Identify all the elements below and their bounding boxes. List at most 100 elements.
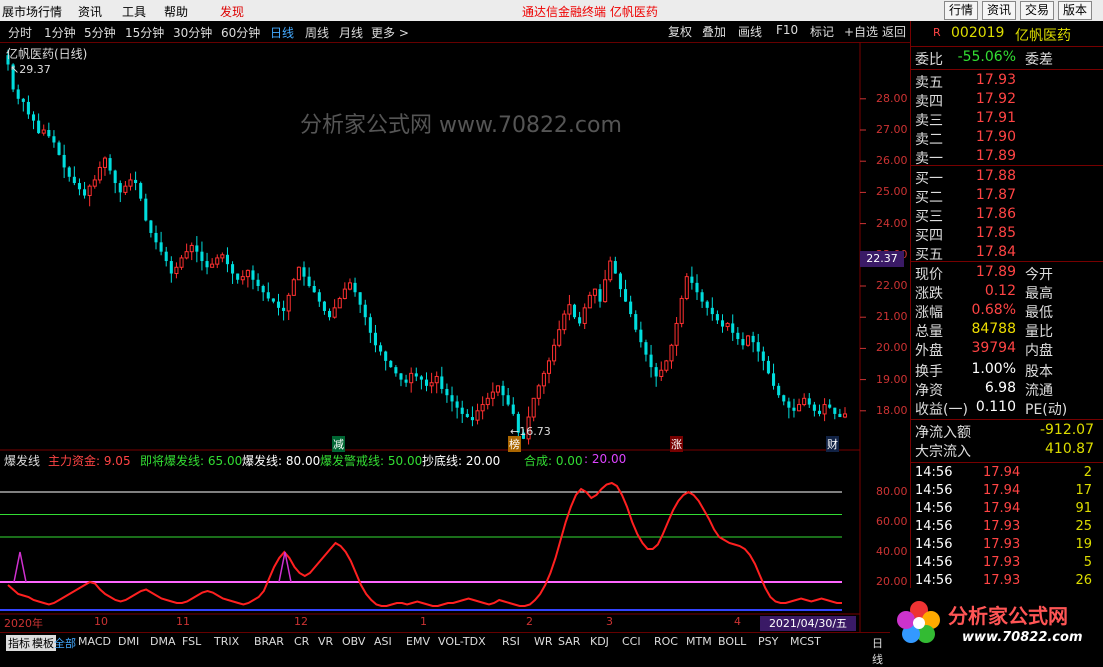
tool-restore[interactable]: 复权 xyxy=(668,23,692,40)
indicator-pane xyxy=(0,481,842,611)
indicator-tab[interactable]: WR xyxy=(534,635,553,648)
menu-news[interactable]: 资讯 xyxy=(78,3,102,20)
candle xyxy=(57,142,61,155)
candle xyxy=(379,345,383,352)
burst-line: 爆发线: 80.00 xyxy=(242,454,321,468)
indicator-tab[interactable]: RSI xyxy=(502,635,520,648)
watermark: 分析家公式网 www.70822.com xyxy=(300,113,622,138)
buy-level-3[interactable]: 买三 17.86 xyxy=(911,206,1103,225)
period-month[interactable]: 月线 xyxy=(339,24,363,41)
candle xyxy=(16,89,20,99)
candle xyxy=(562,313,567,331)
period-60m[interactable]: 60分钟 xyxy=(221,24,260,41)
stock-code: 002019 xyxy=(951,25,1005,41)
menu-help[interactable]: 帮助 xyxy=(164,3,188,20)
indicator-tab[interactable]: FSL xyxy=(182,635,201,648)
indicator-tab[interactable]: DMA xyxy=(150,635,176,648)
buy-level-4[interactable]: 买四 17.85 xyxy=(911,225,1103,244)
indicator-tab[interactable]: PSY xyxy=(758,635,778,648)
indicator-tabs: 指标 模板 全部 MACD DMI DMA FSL TRIX BRAR CR VR OBV ASI EMV… xyxy=(0,632,890,666)
price-axis-label: 27.00 xyxy=(876,123,908,136)
candle xyxy=(210,263,215,268)
indicator-tab[interactable]: SAR xyxy=(558,635,580,648)
tool-overlay[interactable]: 叠加 xyxy=(702,23,726,40)
buy-level-1[interactable]: 买一 17.88 xyxy=(911,168,1103,187)
period-week[interactable]: 周线 xyxy=(305,24,329,41)
candle xyxy=(317,292,321,302)
indicator-tab[interactable]: BOLL xyxy=(718,635,746,648)
tool-f10[interactable]: F10 xyxy=(776,23,798,37)
kline-chart[interactable]: 分析家公式网 www.70822.com xyxy=(0,42,910,632)
price-axis-label: 20.00 xyxy=(876,341,908,355)
indicator-tab[interactable]: MACD xyxy=(78,635,111,648)
indicator-tab[interactable]: CCI xyxy=(622,635,641,648)
indicator-tab[interactable]: 全部 xyxy=(54,635,76,651)
indicator-tab[interactable]: VR xyxy=(318,635,333,648)
period-5m[interactable]: 5分钟 xyxy=(84,24,116,41)
marker-finance[interactable]: 财 xyxy=(826,436,839,452)
period-30m[interactable]: 30分钟 xyxy=(173,24,212,41)
indicator-tab[interactable]: ASI xyxy=(374,635,392,648)
period-tick[interactable]: 分时 xyxy=(8,24,32,41)
menu-market[interactable]: 展市场行情 xyxy=(2,3,62,20)
candle xyxy=(506,395,510,405)
site-logo: 分析家公式网 www.70822.com xyxy=(890,588,1103,662)
candle xyxy=(664,360,669,371)
tool-mark[interactable]: 标记 xyxy=(810,23,834,40)
indicator-tab[interactable]: TRIX xyxy=(214,635,239,648)
marker-reduce[interactable]: 减 xyxy=(332,436,345,452)
sell-level-2[interactable]: 卖二 17.90 xyxy=(911,129,1103,148)
candle xyxy=(205,261,209,268)
period-day[interactable]: 日线 xyxy=(270,24,294,41)
marker-rise[interactable]: 涨 xyxy=(670,436,683,452)
btn-trade[interactable]: 交易 xyxy=(1020,1,1055,20)
tool-draw[interactable]: 画线 xyxy=(738,23,762,40)
candle xyxy=(490,391,495,399)
candle xyxy=(271,298,275,302)
indicator-tab[interactable]: EMV xyxy=(406,635,430,648)
buy-level-2[interactable]: 买二 17.87 xyxy=(911,187,1103,206)
price-axis-label: 19.00 xyxy=(876,372,908,386)
indicator-tab[interactable]: DMI xyxy=(118,635,139,648)
month-label: 1 xyxy=(420,615,427,628)
period-15m[interactable]: 15分钟 xyxy=(125,24,164,41)
btn-quote[interactable]: 行情 xyxy=(944,1,979,20)
indicator-tab[interactable]: VOL-TDX xyxy=(438,635,486,648)
marker-list[interactable]: 榜 xyxy=(508,436,521,452)
candle xyxy=(134,179,138,184)
indicator-tab[interactable]: MCST xyxy=(790,635,821,648)
period-1m[interactable]: 1分钟 xyxy=(44,24,76,41)
btn-news[interactable]: 资讯 xyxy=(982,1,1017,20)
tool-back[interactable]: 返回 xyxy=(882,23,906,40)
sell-level-4[interactable]: 卖四 17.92 xyxy=(911,91,1103,110)
indicator-tab[interactable]: ROC xyxy=(654,635,678,648)
indicator-tab[interactable]: KDJ xyxy=(590,635,609,648)
indicator-tab[interactable]: CR xyxy=(294,635,309,648)
quote-panel: 002019 亿帆医药 R 委比 -55.06% 委差 卖五 17.93 卖四 … xyxy=(910,21,1103,662)
quote-header: 002019 亿帆医药 R xyxy=(911,21,1103,45)
indicator-tab[interactable]: BRAR xyxy=(254,635,284,648)
indicator-tab[interactable]: 指标 xyxy=(6,635,32,651)
tick-row: 14:56 17.93 19 xyxy=(915,537,1092,552)
indicator-name[interactable]: 爆发线 xyxy=(4,452,40,469)
period-more[interactable]: 更多 > xyxy=(371,24,409,41)
tool-add-favorite[interactable]: +自选 xyxy=(844,23,878,40)
candle xyxy=(582,307,587,324)
sell-level-5[interactable]: 卖五 17.93 xyxy=(911,72,1103,91)
period-indicator[interactable]: 日线 xyxy=(872,635,890,667)
candle xyxy=(731,323,735,333)
candle xyxy=(470,417,474,421)
candle xyxy=(236,273,240,280)
btn-version[interactable]: 版本 xyxy=(1058,1,1093,20)
candle xyxy=(807,398,811,405)
menu-discover[interactable]: 发现 xyxy=(220,3,244,20)
indicator-tab[interactable]: OBV xyxy=(342,635,365,648)
indicator-tab[interactable]: MTM xyxy=(686,635,712,648)
candle xyxy=(603,279,608,303)
candle xyxy=(445,388,449,396)
month-label: 2020年 xyxy=(4,617,43,630)
indicator-tab[interactable]: 模板 xyxy=(30,635,56,651)
menu-tools[interactable]: 工具 xyxy=(122,3,146,20)
sell-level-3[interactable]: 卖三 17.91 xyxy=(911,110,1103,129)
candle xyxy=(296,266,301,281)
